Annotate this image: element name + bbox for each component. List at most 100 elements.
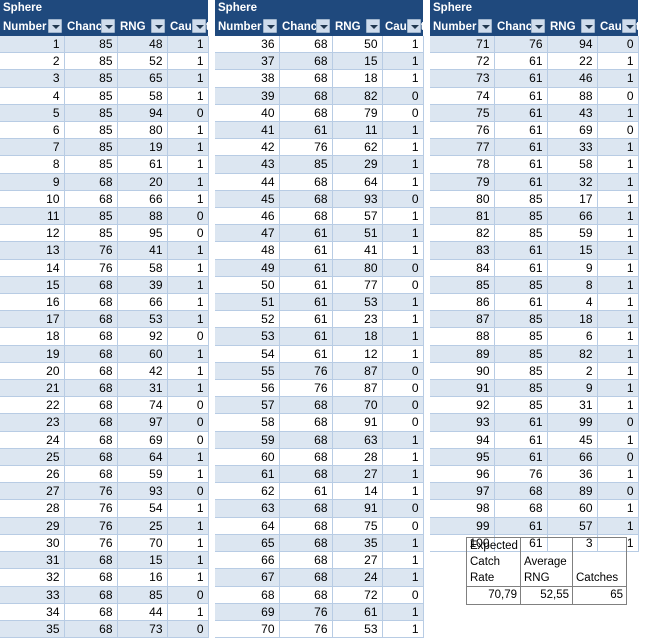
filter-dropdown-icon-chance[interactable] [531, 19, 545, 33]
cell-caught[interactable]: 1 [167, 87, 209, 105]
cell-sphere-number[interactable]: 90 [430, 362, 495, 381]
column-header-caught[interactable]: Caught [167, 0, 210, 36]
cell-sphere-number[interactable]: 25 [0, 448, 65, 467]
cell-rng[interactable]: 19 [117, 138, 168, 157]
cell-caught[interactable]: 0 [167, 413, 209, 432]
cell-chance[interactable]: 61 [279, 224, 333, 243]
cell-rng[interactable]: 70 [332, 396, 383, 415]
cell-caught[interactable]: 0 [597, 413, 639, 432]
cell-caught[interactable]: 1 [167, 241, 209, 260]
cell-rng[interactable]: 60 [117, 345, 168, 363]
cell-sphere-number[interactable]: 49 [215, 259, 280, 277]
cell-chance[interactable]: 85 [64, 207, 118, 226]
cell-sphere-number[interactable]: 86 [430, 293, 495, 312]
cell-rng[interactable]: 15 [117, 551, 168, 570]
cell-sphere-number[interactable]: 20 [0, 362, 65, 381]
cell-chance[interactable]: 68 [279, 173, 333, 191]
cell-rng[interactable]: 82 [332, 87, 383, 105]
cell-sphere-number[interactable]: 71 [430, 36, 495, 54]
cell-sphere-number[interactable]: 45 [215, 190, 280, 209]
cell-sphere-number[interactable]: 9 [0, 173, 65, 191]
cell-rng[interactable]: 18 [332, 327, 383, 346]
cell-sphere-number[interactable]: 96 [430, 465, 495, 484]
cell-chance[interactable]: 68 [279, 586, 333, 604]
cell-chance[interactable]: 76 [64, 259, 118, 277]
cell-sphere-number[interactable]: 52 [215, 310, 280, 329]
cell-chance[interactable]: 61 [494, 413, 548, 432]
cell-rng[interactable]: 58 [117, 87, 168, 105]
cell-rng[interactable]: 27 [332, 465, 383, 484]
cell-rng[interactable]: 59 [117, 465, 168, 484]
cell-caught[interactable]: 1 [597, 241, 639, 260]
cell-sphere-number[interactable]: 84 [430, 259, 495, 277]
cell-rng[interactable]: 48 [117, 36, 168, 54]
cell-sphere-number[interactable]: 65 [215, 534, 280, 553]
cell-caught[interactable]: 1 [167, 36, 209, 54]
cell-chance[interactable]: 61 [494, 431, 548, 449]
cell-chance[interactable]: 68 [279, 431, 333, 449]
filter-dropdown-icon-sphere-number[interactable] [263, 19, 277, 33]
cell-caught[interactable]: 1 [382, 465, 424, 484]
cell-rng[interactable]: 18 [547, 310, 598, 329]
cell-sphere-number[interactable]: 18 [0, 327, 65, 346]
column-header-sphere-number[interactable]: Sphere Number [0, 0, 64, 36]
cell-caught[interactable]: 1 [382, 207, 424, 226]
cell-sphere-number[interactable]: 35 [0, 620, 65, 638]
cell-sphere-number[interactable]: 47 [215, 224, 280, 243]
cell-sphere-number[interactable]: 41 [215, 121, 280, 140]
cell-rng[interactable]: 62 [332, 138, 383, 157]
cell-sphere-number[interactable]: 51 [215, 293, 280, 312]
cell-caught[interactable]: 0 [167, 104, 209, 123]
cell-caught[interactable]: 1 [597, 396, 639, 415]
cell-sphere-number[interactable]: 13 [0, 241, 65, 260]
cell-caught[interactable]: 1 [167, 155, 209, 174]
cell-sphere-number[interactable]: 29 [0, 517, 65, 535]
cell-rng[interactable]: 66 [117, 293, 168, 312]
cell-sphere-number[interactable]: 83 [430, 241, 495, 260]
cell-caught[interactable]: 1 [597, 52, 639, 71]
cell-chance[interactable]: 68 [64, 448, 118, 467]
cell-caught[interactable]: 1 [597, 431, 639, 449]
cell-rng[interactable]: 39 [117, 276, 168, 295]
cell-rng[interactable]: 97 [117, 413, 168, 432]
cell-rng[interactable]: 88 [117, 207, 168, 226]
cell-caught[interactable]: 1 [167, 138, 209, 157]
cell-rng[interactable]: 66 [117, 190, 168, 209]
cell-sphere-number[interactable]: 2 [0, 52, 65, 71]
cell-chance[interactable]: 85 [64, 104, 118, 123]
cell-caught[interactable]: 1 [382, 224, 424, 243]
cell-chance[interactable]: 76 [64, 534, 118, 553]
cell-caught[interactable]: 0 [382, 517, 424, 535]
cell-chance[interactable]: 68 [64, 276, 118, 295]
cell-sphere-number[interactable]: 77 [430, 138, 495, 157]
cell-rng[interactable]: 41 [117, 241, 168, 260]
cell-sphere-number[interactable]: 80 [430, 190, 495, 209]
cell-rng[interactable]: 82 [547, 345, 598, 363]
cell-caught[interactable]: 0 [167, 327, 209, 346]
cell-sphere-number[interactable]: 55 [215, 362, 280, 381]
cell-caught[interactable]: 0 [597, 482, 639, 501]
cell-chance[interactable]: 68 [64, 603, 118, 621]
cell-rng[interactable]: 79 [332, 104, 383, 123]
cell-rng[interactable]: 75 [332, 517, 383, 535]
cell-chance[interactable]: 68 [279, 396, 333, 415]
cell-chance[interactable]: 68 [64, 586, 118, 604]
cell-rng[interactable]: 69 [547, 121, 598, 140]
cell-sphere-number[interactable]: 66 [215, 551, 280, 570]
cell-sphere-number[interactable]: 75 [430, 104, 495, 123]
cell-rng[interactable]: 27 [332, 551, 383, 570]
cell-rng[interactable]: 70 [117, 534, 168, 553]
cell-sphere-number[interactable]: 85 [430, 276, 495, 295]
cell-sphere-number[interactable]: 95 [430, 448, 495, 467]
cell-caught[interactable]: 1 [597, 499, 639, 518]
cell-rng[interactable]: 93 [117, 482, 168, 501]
filter-dropdown-icon-rng[interactable] [366, 19, 380, 33]
cell-chance[interactable]: 85 [494, 224, 548, 243]
cell-caught[interactable]: 1 [597, 310, 639, 329]
cell-rng[interactable]: 9 [547, 259, 598, 277]
cell-chance[interactable]: 68 [279, 499, 333, 518]
cell-caught[interactable]: 1 [167, 551, 209, 570]
cell-sphere-number[interactable]: 91 [430, 379, 495, 398]
cell-rng[interactable]: 20 [117, 173, 168, 191]
cell-chance[interactable]: 68 [64, 173, 118, 191]
